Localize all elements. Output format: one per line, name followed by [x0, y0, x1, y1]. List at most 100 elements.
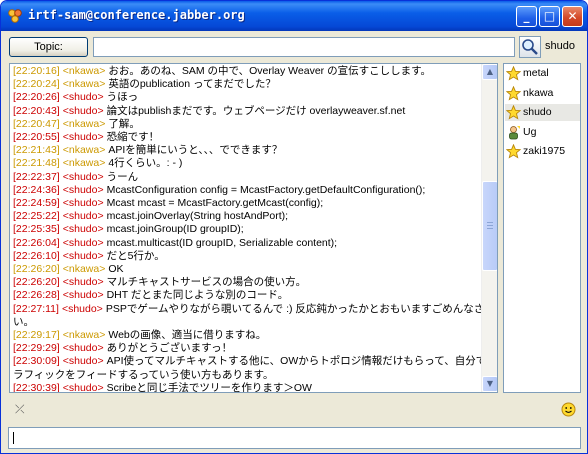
- message-timestamp: [22:26:04]: [13, 236, 60, 249]
- chat-message: [22:29:29] <shudo> ありがとうございますっ！: [13, 342, 481, 355]
- message-nick: <shudo>: [62, 104, 104, 117]
- message-timestamp: [22:25:35]: [13, 223, 60, 236]
- message-timestamp: [22:24:36]: [13, 183, 60, 196]
- chat-message: [22:26:10] <shudo> だと5行か。: [13, 250, 481, 263]
- star-icon: [506, 105, 521, 120]
- message-text: だと5行か。: [106, 249, 165, 262]
- chat-lines: [22:20:16] <nkawa> おお。あのね、SAM の中で、Overlay …: [13, 65, 481, 393]
- chat-message: [22:24:36] <shudo> McastConfiguration conf…: [13, 184, 481, 197]
- message-nick: <shudo>: [62, 289, 104, 302]
- topic-button[interactable]: Topic:: [9, 37, 88, 57]
- chat-message: [22:26:20] <shudo> マルチキャストサービスの場合の使い方。: [13, 276, 481, 289]
- text-caret: [13, 432, 14, 444]
- message-timestamp: [22:25:22]: [13, 210, 60, 223]
- message-nick: <shudo>: [62, 223, 104, 236]
- member-name: nkawa: [523, 86, 554, 99]
- message-timestamp: [22:20:47]: [13, 117, 60, 130]
- message-nick: <nkawa>: [62, 65, 106, 77]
- member-list[interactable]: metal nkawa shudo Ug zaki1975: [503, 63, 581, 393]
- title-bar[interactable]: irtf-sam@conference.jabber.org _ □ ✕: [1, 1, 587, 31]
- message-timestamp: [22:26:28]: [13, 289, 60, 302]
- member-item[interactable]: zaki1975: [505, 143, 580, 160]
- chat-message: [22:24:59] <shudo> Mcast mcast = McastFact…: [13, 197, 481, 210]
- message-text: PSPでゲームやりながら覗いてるんで :) 反応鈍かったかとおもいますごめんなさ: [105, 302, 481, 315]
- member-name: Ug: [523, 125, 537, 138]
- scroll-up-button[interactable]: ▲: [482, 64, 497, 80]
- chat-message: [22:22:37] <shudo> うーん: [13, 171, 481, 184]
- chat-message: [22:20:43] <shudo> 論文はpublishまだです。ウェブページだけ…: [13, 105, 481, 118]
- message-timestamp: [22:29:29]: [13, 342, 60, 355]
- chat-log[interactable]: [22:20:16] <nkawa> おお。あのね、SAM の中で、Overlay …: [9, 63, 498, 393]
- maximize-button[interactable]: □: [539, 6, 560, 27]
- message-text: mcast.multicast(ID groupID, Serializable…: [106, 236, 338, 249]
- message-timestamp: [22:30:39]: [13, 381, 60, 393]
- message-text: McastConfiguration config = McastFactory…: [106, 183, 426, 196]
- message-text: APIを簡単にいうと、、、でできます？: [108, 144, 283, 157]
- message-text: API使ってマルチキャストする他に、OWからトポロジ情報だけもらって、自分でト: [106, 355, 481, 368]
- chat-message: [22:26:20] <nkawa> OK: [13, 263, 481, 276]
- collapse-icon[interactable]: ⤫: [15, 402, 25, 417]
- message-nick: <shudo>: [62, 170, 104, 183]
- message-nick: <shudo>: [62, 236, 104, 249]
- message-nick: <shudo>: [62, 355, 104, 368]
- member-item[interactable]: shudo: [505, 104, 580, 121]
- message-text: Scribeと同じ手法でツリーを作ります＞OW: [106, 381, 312, 393]
- message-input[interactable]: [8, 427, 581, 449]
- message-timestamp: [22:22:37]: [13, 170, 60, 183]
- chat-message: [22:26:28] <shudo> DHT だとまた同じような別のコード。: [13, 289, 481, 302]
- message-text: い。: [13, 315, 34, 328]
- message-nick: <shudo>: [62, 249, 104, 262]
- grip-line: [487, 222, 493, 223]
- member-item[interactable]: Ug: [505, 124, 580, 141]
- grip-line: [487, 225, 493, 226]
- message-text: 了解。: [108, 117, 140, 130]
- minimize-button[interactable]: _: [516, 6, 537, 27]
- message-timestamp: [22:21:48]: [13, 157, 60, 170]
- message-text: 英語のpublication ってまだでした？: [108, 78, 276, 91]
- chat-message: [22:20:26] <shudo> うほっ: [13, 91, 481, 104]
- message-timestamp: [22:29:17]: [13, 329, 60, 342]
- message-nick: <shudo>: [62, 91, 104, 104]
- message-nick: <shudo>: [62, 381, 104, 393]
- message-timestamp: [22:27:11]: [13, 302, 59, 315]
- message-text: ありがとうございますっ！: [106, 342, 233, 355]
- member-item[interactable]: nkawa: [505, 85, 580, 102]
- search-button[interactable]: [519, 36, 541, 58]
- topic-input[interactable]: [93, 37, 515, 57]
- chat-scrollbar[interactable]: ▲ ▼: [481, 64, 497, 392]
- member-item[interactable]: metal: [505, 65, 580, 82]
- chat-message: [22:21:48] <nkawa> 4行くらい。: - ): [13, 157, 481, 170]
- scroll-down-button[interactable]: ▼: [482, 376, 497, 392]
- message-text: mcast.joinOverlay(String hostAndPort);: [106, 210, 289, 223]
- message-text: うーん: [106, 170, 139, 183]
- message-timestamp: [22:26:10]: [13, 249, 60, 262]
- message-nick: <nkawa>: [62, 78, 106, 91]
- message-text: 論文はpublishまだです。ウェブページだけ overlayweaver.sf…: [106, 104, 406, 117]
- message-text: 4行くらい。: - ): [108, 157, 183, 170]
- message-timestamp: [22:20:43]: [13, 104, 60, 117]
- smiley-icon[interactable]: [561, 402, 576, 417]
- star-icon: [506, 144, 521, 159]
- message-timestamp: [22:26:20]: [13, 276, 60, 289]
- chat-message: [22:20:24] <nkawa> 英語のpublication ってまだでした？: [13, 78, 481, 91]
- chat-message: [22:27:11] <shudo> PSPでゲームやりながら覗いてるんで :) 反…: [13, 303, 481, 316]
- grip-line: [487, 228, 493, 229]
- chat-message: [22:30:39] <shudo> Scribeと同じ手法でツリーを作ります＞OW: [13, 381, 481, 393]
- close-button[interactable]: ✕: [562, 6, 583, 27]
- chat-message: [22:20:47] <nkawa> 了解。: [13, 118, 481, 131]
- message-text: Webの画像、適当に借りますね。: [108, 329, 267, 342]
- message-timestamp: [22:24:59]: [13, 197, 60, 210]
- scroll-thumb[interactable]: [482, 181, 497, 271]
- star-icon: [506, 85, 521, 101]
- message-timestamp: [22:20:24]: [13, 78, 60, 91]
- chat-message: [22:26:04] <shudo> mcast.multicast(ID grou…: [13, 237, 481, 250]
- conference-icon: [8, 9, 22, 23]
- message-nick: <shudo>: [62, 197, 104, 210]
- message-nick: <nkawa>: [62, 157, 106, 170]
- message-timestamp: [22:30:09]: [13, 355, 60, 368]
- search-icon: [522, 39, 538, 55]
- message-text: ラフィックをフィードするっていう使い方もあります。: [13, 368, 274, 381]
- message-timestamp: [22:26:20]: [13, 263, 60, 276]
- message-nick: <nkawa>: [62, 144, 106, 157]
- star-icon: [506, 66, 521, 81]
